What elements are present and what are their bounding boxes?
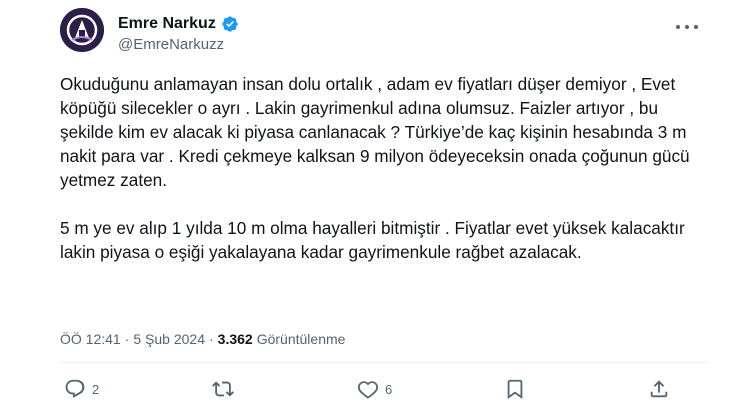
tweet-text: Okuduğunu anlamayan insan dolu ortalık ,…: [60, 72, 700, 264]
views-label: Görüntülenme: [256, 331, 346, 347]
reply-count: 2: [92, 381, 100, 397]
author-name[interactable]: Emre Narkuz: [118, 14, 216, 34]
tweet-paragraph-1: Okuduğunu anlamayan insan dolu ortalık ,…: [60, 74, 690, 190]
action-bar: 2 6: [64, 378, 674, 408]
avatar-image: [60, 8, 104, 52]
retweet-icon: [212, 381, 234, 397]
tweet-time[interactable]: ÖÖ 12:41: [60, 330, 121, 348]
share-icon: [650, 380, 668, 398]
like-button[interactable]: 6: [357, 378, 392, 400]
tweet-meta: ÖÖ 12:41 · 5 Şub 2024 · 3.362 Görüntülen…: [60, 330, 345, 348]
like-count: 6: [385, 381, 393, 397]
more-dots-icon[interactable]: [676, 18, 698, 36]
verified-badge-icon: [221, 15, 239, 33]
author-handle[interactable]: @EmreNarkuzz: [118, 36, 224, 54]
views-count: 3.362: [217, 331, 253, 347]
bookmark-icon: [507, 379, 523, 400]
retweet-button[interactable]: [212, 378, 234, 400]
reply-button[interactable]: 2: [64, 378, 99, 400]
tweet-date[interactable]: 5 Şub 2024: [133, 330, 205, 348]
tweet-header: Emre Narkuz @EmreNarkuzz: [60, 8, 700, 60]
reply-icon: [65, 379, 85, 398]
tweet-paragraph-2: 5 m ye ev alıp 1 yılda 10 m olma hayalle…: [60, 218, 685, 262]
avatar[interactable]: [60, 8, 104, 52]
author-name-row: Emre Narkuz: [118, 14, 239, 34]
heart-icon: [357, 381, 379, 399]
share-button[interactable]: [648, 378, 670, 400]
bookmark-button[interactable]: [504, 378, 526, 400]
meta-separator: ·: [124, 331, 130, 347]
meta-separator: ·: [209, 331, 214, 347]
divider: [60, 362, 708, 363]
